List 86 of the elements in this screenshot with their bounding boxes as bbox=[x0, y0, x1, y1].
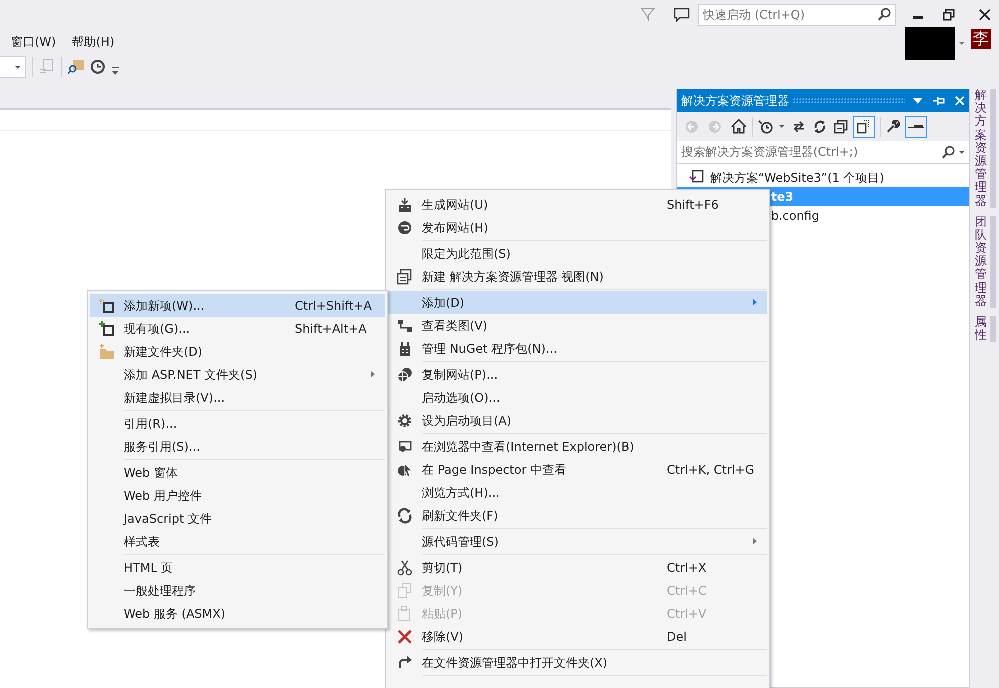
menu-item[interactable]: 一般处理程序 bbox=[90, 579, 385, 602]
menu-item[interactable]: 启动选项(O)... bbox=[388, 386, 767, 409]
menu-item[interactable]: 添加新项(W)... Ctrl+Shift+A bbox=[90, 294, 385, 317]
menu-item[interactable]: 引用(R)... bbox=[90, 412, 385, 435]
globe-icon bbox=[397, 220, 413, 236]
home-icon[interactable] bbox=[731, 119, 748, 134]
solution-icon bbox=[689, 170, 704, 185]
menu-item[interactable]: 样式表 bbox=[90, 530, 385, 553]
menu-item[interactable]: 查看类图(V) bbox=[388, 314, 767, 337]
menu-item[interactable]: Web 用户控件 bbox=[90, 484, 385, 507]
files-icon bbox=[857, 120, 872, 134]
menu-item[interactable]: 新建文件夹(D) bbox=[90, 340, 385, 363]
clipboard-icon bbox=[397, 606, 413, 622]
side-tab[interactable]: 团队资源管理器 bbox=[971, 216, 999, 308]
menu-item[interactable]: 源代码管理(S) bbox=[388, 530, 767, 553]
menu-item[interactable]: 刷新文件夹(F) bbox=[388, 504, 767, 527]
wrench-icon[interactable] bbox=[886, 120, 900, 134]
minus-icon bbox=[908, 124, 924, 130]
pin-icon[interactable] bbox=[933, 96, 946, 106]
search-icon bbox=[878, 8, 891, 21]
menu-item[interactable]: 现有项(G)... Shift+Alt+A bbox=[90, 317, 385, 340]
menu-item[interactable]: 发布网站(H) bbox=[388, 216, 767, 239]
menu-item[interactable]: 移除(V) Del bbox=[388, 625, 767, 648]
menu-item[interactable]: Web 窗体 bbox=[90, 461, 385, 484]
add-item-icon bbox=[99, 320, 115, 336]
folder-icon bbox=[99, 344, 115, 360]
caret-icon[interactable] bbox=[779, 125, 786, 128]
show-all-files-button[interactable] bbox=[853, 116, 876, 138]
menu-item[interactable]: 帮助(H) bbox=[65, 32, 122, 56]
menu-item[interactable]: JavaScript 文件 bbox=[90, 507, 385, 530]
caret-icon bbox=[15, 66, 21, 68]
menu-item[interactable]: 在文件资源管理器中打开文件夹(X) bbox=[388, 651, 767, 674]
menu-item[interactable]: 服务引用(S)... bbox=[90, 435, 385, 458]
diagram-icon bbox=[397, 318, 413, 334]
menu-item[interactable]: 管理 NuGet 程序包(N)... bbox=[388, 337, 767, 360]
submenu-arrow-icon bbox=[753, 299, 757, 306]
browser-icon bbox=[397, 438, 413, 454]
history-icon[interactable] bbox=[758, 118, 774, 134]
folder-search-icon[interactable] bbox=[68, 59, 84, 75]
side-tab[interactable]: 解决方案资源管理器 bbox=[971, 89, 999, 208]
menu-item[interactable]: HTML 页 bbox=[90, 556, 385, 579]
new-item-icon bbox=[99, 298, 115, 314]
menu-item[interactable]: 限定为此范围(S) bbox=[388, 242, 767, 265]
menu-item[interactable]: 剪切(T) Ctrl+X bbox=[388, 556, 767, 579]
refresh-icon bbox=[397, 508, 413, 524]
menu-item[interactable]: 浏览方式(H)... bbox=[388, 481, 767, 504]
restore-icon[interactable] bbox=[943, 9, 955, 21]
quick-launch-field[interactable]: 快速启动 (Ctrl+Q) bbox=[698, 4, 896, 26]
side-tab[interactable]: 属性 bbox=[971, 316, 999, 342]
overflow-icon[interactable] bbox=[112, 67, 119, 75]
window-icon bbox=[397, 268, 413, 284]
globe-icon bbox=[397, 366, 413, 382]
menu-item[interactable]: 新建虚拟目录(V)... bbox=[90, 386, 385, 409]
caret-icon[interactable] bbox=[913, 98, 924, 104]
close-icon[interactable] bbox=[979, 9, 991, 21]
caret-icon[interactable] bbox=[959, 42, 965, 45]
caret-icon bbox=[959, 151, 966, 154]
build-icon bbox=[397, 196, 413, 212]
copy-icon bbox=[397, 582, 413, 598]
speech-bubble-icon[interactable] bbox=[674, 8, 690, 22]
search-icon bbox=[942, 146, 956, 159]
menu-item[interactable]: 添加 ASP.NET 文件夹(S) bbox=[90, 363, 385, 386]
preview-button[interactable] bbox=[905, 116, 928, 138]
scissors-icon bbox=[397, 560, 413, 576]
pointer-icon bbox=[397, 462, 413, 478]
menu-item[interactable]: 窗口(W) bbox=[4, 32, 64, 56]
menu-item[interactable]: 添加(D) bbox=[388, 291, 767, 314]
package-icon bbox=[397, 340, 413, 356]
refresh-icon[interactable] bbox=[813, 120, 828, 134]
submenu-arrow-icon bbox=[753, 538, 757, 545]
panel-title: 解决方案资源管理器 bbox=[681, 92, 790, 110]
submenu-arrow-icon bbox=[371, 371, 375, 378]
menu-item[interactable]: 设为启动项目(A) bbox=[388, 409, 767, 432]
sync-icon[interactable] bbox=[792, 120, 806, 134]
clock-icon[interactable] bbox=[90, 59, 106, 75]
menu-item[interactable]: 在浏览器中查看(Internet Explorer)(B) bbox=[388, 435, 767, 458]
user-badge[interactable]: 李 bbox=[971, 28, 991, 48]
cross-icon bbox=[397, 628, 413, 644]
tree-item[interactable]: 解决方案“WebSite3”(1 个项目) bbox=[677, 168, 970, 187]
menu-item[interactable]: 在 Page Inspector 中查看 Ctrl+K, Ctrl+G bbox=[388, 458, 767, 481]
collapse-icon[interactable] bbox=[834, 120, 848, 134]
redo-arrow-icon bbox=[397, 654, 413, 670]
gear-icon bbox=[397, 412, 413, 428]
menu-item[interactable]: 复制网站(P)... bbox=[388, 363, 767, 386]
menu-item[interactable]: 新建 解决方案资源管理器 视图(N) bbox=[388, 265, 767, 288]
menu-item[interactable]: Web 服务 (ASMX) bbox=[90, 602, 385, 625]
